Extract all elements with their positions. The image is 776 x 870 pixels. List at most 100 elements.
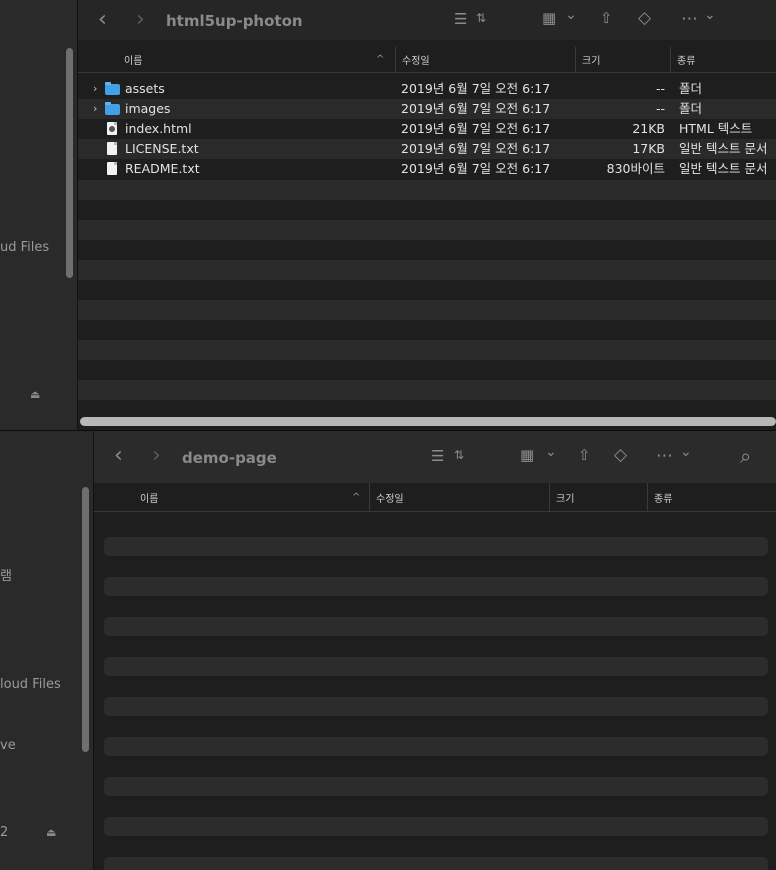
file-list: 이름 ^ 수정일 크기 종류 › assets 2019년 6월 7일 오전 6:1… bbox=[78, 40, 776, 430]
file-kind: 일반 텍스트 문서 bbox=[679, 161, 768, 176]
file-name: LICENSE.txt bbox=[125, 141, 199, 156]
window-title: html5up-photon bbox=[166, 12, 303, 30]
folder-icon bbox=[105, 102, 120, 115]
empty-stripe bbox=[78, 380, 776, 400]
file-kind: 일반 텍스트 문서 bbox=[679, 141, 768, 156]
search-icon[interactable]: ⌕ bbox=[740, 446, 751, 466]
file-list: 이름 ^ 수정일 크기 종류 bbox=[94, 483, 776, 870]
sort-updown-icon[interactable]: ⇅ bbox=[454, 449, 464, 461]
folder-icon bbox=[105, 82, 120, 95]
more-icon[interactable]: ⋯ bbox=[681, 11, 698, 28]
html-file-icon bbox=[107, 122, 117, 135]
grid-view-icon[interactable]: ▦ bbox=[520, 448, 534, 463]
sidebar-item-icloud-files[interactable]: loud Files bbox=[0, 677, 61, 692]
column-modified[interactable]: 수정일 bbox=[369, 483, 549, 511]
file-size: 21KB bbox=[632, 121, 665, 136]
file-name: index.html bbox=[125, 121, 192, 136]
tag-icon[interactable]: ◇ bbox=[614, 447, 627, 464]
back-icon[interactable]: ‹ bbox=[98, 9, 107, 31]
file-size: 830바이트 bbox=[606, 161, 665, 176]
column-header: 이름 ^ 수정일 크기 종류 bbox=[94, 483, 776, 512]
column-size[interactable]: 크기 bbox=[575, 47, 670, 72]
file-kind: 폴더 bbox=[679, 101, 703, 116]
finder-window-demo-page: 램 loud Files ve 2 ⏏ ‹ › demo-page ☰ ⇅ ▦ … bbox=[0, 430, 776, 870]
empty-stripe bbox=[78, 300, 776, 320]
text-file-icon bbox=[107, 142, 117, 155]
text-file-icon bbox=[107, 162, 117, 175]
file-kind: 폴더 bbox=[679, 81, 703, 96]
empty-row-placeholder bbox=[104, 857, 768, 870]
table-row[interactable]: README.txt 2019년 6월 7일 오전 6:17 830바이트 일반 텍스… bbox=[78, 159, 776, 179]
table-row[interactable]: › assets 2019년 6월 7일 오전 6:17 -- 폴더 bbox=[78, 79, 776, 99]
horizontal-scrollbar[interactable] bbox=[80, 417, 776, 426]
file-size: -- bbox=[655, 101, 665, 116]
empty-row-placeholder bbox=[104, 537, 768, 556]
empty-stripe bbox=[78, 340, 776, 360]
sort-ascending-icon: ^ bbox=[352, 492, 361, 503]
disclosure-triangle-icon[interactable]: › bbox=[93, 99, 97, 118]
sort-ascending-icon: ^ bbox=[376, 54, 385, 65]
file-name: assets bbox=[125, 81, 165, 96]
eject-icon[interactable]: ⏏ bbox=[46, 826, 56, 839]
empty-row-placeholder bbox=[104, 777, 768, 796]
table-row[interactable]: › images 2019년 6월 7일 오전 6:17 -- 폴더 bbox=[78, 99, 776, 119]
back-icon[interactable]: ‹ bbox=[114, 445, 123, 467]
chevron-down-icon[interactable]: ⌄ bbox=[545, 445, 557, 459]
file-modified: 2019년 6월 7일 오전 6:17 bbox=[401, 121, 551, 136]
column-header: 이름 ^ 수정일 크기 종류 bbox=[78, 47, 776, 73]
table-row[interactable]: LICENSE.txt 2019년 6월 7일 오전 6:17 17KB 일반 텍스트… bbox=[78, 139, 776, 159]
empty-row-placeholder bbox=[104, 657, 768, 676]
empty-row-placeholder bbox=[104, 697, 768, 716]
file-modified: 2019년 6월 7일 오전 6:17 bbox=[401, 101, 551, 116]
column-kind[interactable]: 종류 bbox=[670, 47, 776, 72]
forward-icon[interactable]: › bbox=[152, 445, 161, 467]
empty-stripe bbox=[78, 180, 776, 200]
more-icon[interactable]: ⋯ bbox=[656, 448, 673, 465]
file-size: -- bbox=[655, 81, 665, 96]
column-kind[interactable]: 종류 bbox=[647, 483, 776, 511]
table-row[interactable]: index.html 2019년 6월 7일 오전 6:17 21KB HTML 텍스… bbox=[78, 119, 776, 139]
file-name: images bbox=[125, 101, 171, 116]
file-modified: 2019년 6월 7일 오전 6:17 bbox=[401, 141, 551, 156]
share-icon[interactable]: ⇧ bbox=[578, 448, 591, 463]
tag-icon[interactable]: ◇ bbox=[638, 10, 651, 27]
column-size[interactable]: 크기 bbox=[549, 483, 647, 511]
chevron-down-icon[interactable]: ⌄ bbox=[704, 8, 716, 22]
file-modified: 2019년 6월 7일 오전 6:17 bbox=[401, 81, 551, 96]
forward-icon[interactable]: › bbox=[136, 9, 145, 31]
share-icon[interactable]: ⇧ bbox=[600, 11, 613, 26]
empty-stripe bbox=[78, 220, 776, 240]
sidebar-item-drive[interactable]: ve bbox=[0, 738, 16, 753]
toolbar: ‹ › html5up-photon ☰ ⇅ ▦ ⌄ ⇧ ◇ ⋯ ⌄ bbox=[78, 0, 776, 40]
toolbar: ‹ › demo-page ☰ ⇅ ▦ ⌄ ⇧ ◇ ⋯ ⌄ ⌕ bbox=[94, 431, 776, 483]
empty-row-placeholder bbox=[104, 817, 768, 836]
empty-row-placeholder bbox=[104, 737, 768, 756]
sort-updown-icon[interactable]: ⇅ bbox=[476, 12, 486, 24]
sidebar-scrollbar[interactable] bbox=[66, 48, 73, 278]
sidebar: ud Files ⏏ bbox=[0, 0, 78, 430]
column-name[interactable]: 이름 bbox=[124, 47, 394, 72]
sidebar-scrollbar[interactable] bbox=[82, 487, 89, 752]
column-name[interactable]: 이름 bbox=[140, 483, 364, 511]
sidebar-item-icloud-files[interactable]: ud Files bbox=[0, 240, 49, 255]
list-view-icon[interactable]: ☰ bbox=[454, 12, 467, 27]
grid-view-icon[interactable]: ▦ bbox=[542, 11, 556, 26]
file-name: README.txt bbox=[125, 161, 200, 176]
list-view-icon[interactable]: ☰ bbox=[431, 449, 444, 464]
disclosure-triangle-icon[interactable]: › bbox=[93, 79, 97, 98]
chevron-down-icon[interactable]: ⌄ bbox=[680, 445, 692, 459]
column-modified[interactable]: 수정일 bbox=[395, 47, 575, 72]
file-kind: HTML 텍스트 bbox=[679, 121, 753, 136]
file-modified: 2019년 6월 7일 오전 6:17 bbox=[401, 161, 551, 176]
file-size: 17KB bbox=[632, 141, 665, 156]
sidebar-item-device[interactable]: 2 bbox=[0, 825, 8, 840]
sidebar-item-partial[interactable]: 램 bbox=[0, 565, 12, 584]
window-title: demo-page bbox=[182, 449, 277, 467]
chevron-down-icon[interactable]: ⌄ bbox=[565, 8, 577, 22]
empty-stripe bbox=[78, 260, 776, 280]
sidebar: 램 loud Files ve 2 ⏏ bbox=[0, 431, 94, 870]
eject-icon[interactable]: ⏏ bbox=[30, 388, 40, 401]
empty-row-placeholder bbox=[104, 577, 768, 596]
finder-window-html5up-photon: ud Files ⏏ ‹ › html5up-photon ☰ ⇅ ▦ ⌄ ⇧ … bbox=[0, 0, 776, 430]
empty-row-placeholder bbox=[104, 617, 768, 636]
